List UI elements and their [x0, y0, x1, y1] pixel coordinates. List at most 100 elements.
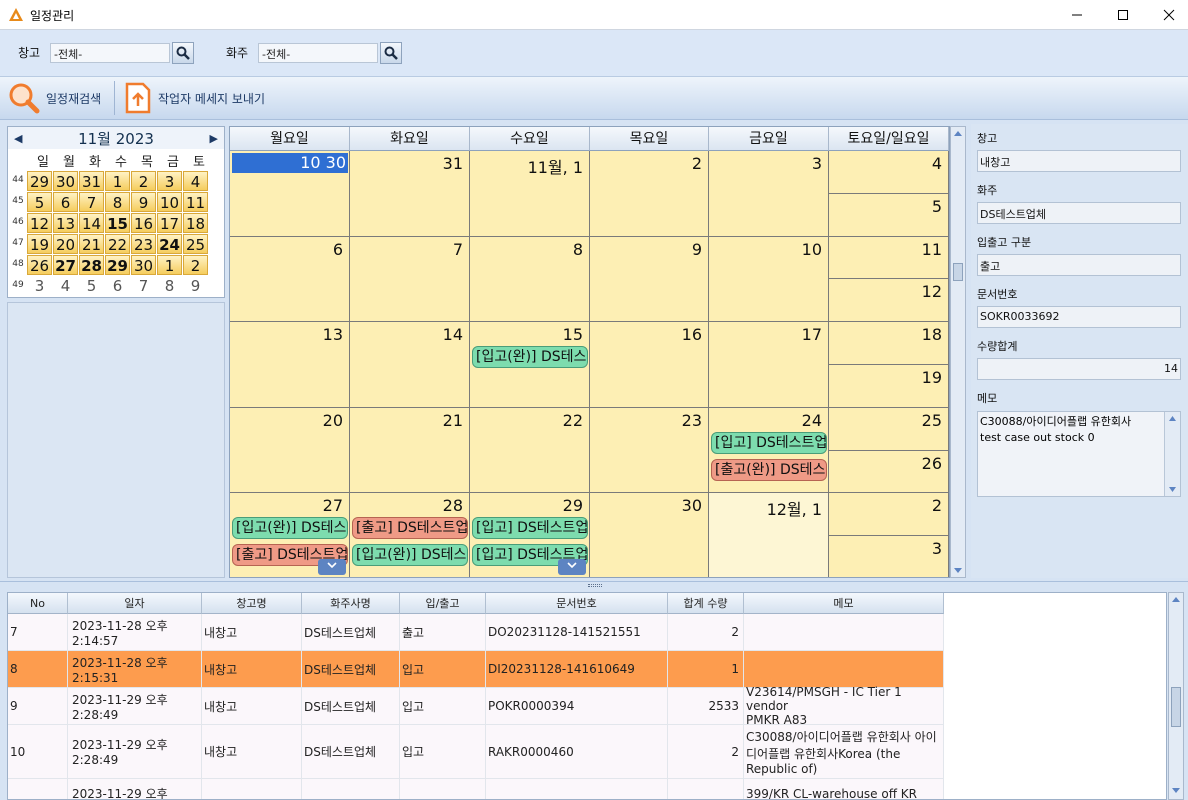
- day-cell[interactable]: 11월, 1: [470, 151, 590, 237]
- table-row[interactable]: 9 2023-11-29 오후 2:28:49 내창고 DS테스트업체 입고 POKR000…: [8, 685, 944, 727]
- research-schedule-button[interactable]: 일정재검색: [8, 80, 101, 116]
- mini-calendar-day[interactable]: 1: [105, 171, 130, 191]
- grid-column-header[interactable]: 창고명: [202, 593, 302, 614]
- mini-calendar-day[interactable]: 7: [79, 192, 104, 212]
- detail-owner-field[interactable]: DS테스트업체: [977, 202, 1181, 224]
- more-appointments-button[interactable]: [558, 559, 586, 575]
- mini-calendar-day[interactable]: 29: [27, 171, 52, 191]
- mini-calendar-day[interactable]: 31: [79, 171, 104, 191]
- mini-calendar-day[interactable]: 21: [79, 234, 104, 254]
- mini-calendar-day[interactable]: 2: [131, 171, 156, 191]
- weekend-day-cell[interactable]: 3: [829, 536, 949, 577]
- scroll-up-icon[interactable]: [953, 129, 963, 137]
- more-appointments-button[interactable]: [318, 559, 346, 575]
- memo-scrollbar[interactable]: [1164, 412, 1180, 496]
- mini-calendar-day[interactable]: 4: [183, 171, 208, 191]
- grid-scroll-thumb[interactable]: [1171, 687, 1181, 727]
- grid-column-header[interactable]: 일자: [68, 593, 202, 614]
- next-month-icon[interactable]: ▶: [210, 132, 218, 145]
- weekend-day-cell[interactable]: 12: [829, 279, 949, 323]
- grid-column-header[interactable]: 화주사명: [302, 593, 400, 614]
- mini-calendar-day[interactable]: 24: [157, 234, 182, 254]
- mini-calendar-day[interactable]: 25: [183, 234, 208, 254]
- day-cell[interactable]: 30: [590, 493, 709, 577]
- appointment[interactable]: [출고] DS테스트업: [352, 517, 468, 540]
- grid-scrollbar[interactable]: [1168, 592, 1184, 800]
- mini-calendar-day[interactable]: 30: [131, 255, 156, 275]
- scroll-up-icon[interactable]: [1171, 595, 1181, 603]
- mini-calendar-day[interactable]: 15: [105, 213, 130, 233]
- weekend-day-cell[interactable]: 26: [829, 450, 949, 494]
- mini-calendar-day[interactable]: 29: [105, 255, 130, 275]
- scroll-down-icon[interactable]: [1168, 486, 1177, 493]
- scroll-down-icon[interactable]: [1171, 787, 1181, 795]
- table-row[interactable]: 10 2023-11-29 오후 2:28:49 내창고 DS테스트업체 입고 RAKR00…: [8, 725, 944, 779]
- day-cell[interactable]: 22: [470, 407, 590, 494]
- mini-calendar-day[interactable]: 5: [79, 276, 104, 296]
- appointment[interactable]: [출고(완)] DS테스: [711, 458, 827, 481]
- detail-doc-field[interactable]: SOKR0033692: [977, 306, 1181, 328]
- day-cell[interactable]: 23: [590, 407, 709, 494]
- day-cell[interactable]: 8: [470, 236, 590, 323]
- weekend-day-cell[interactable]: 19: [829, 365, 949, 408]
- day-cell[interactable]: 21: [350, 407, 470, 494]
- splitter-grip-icon[interactable]: [588, 584, 602, 587]
- mini-calendar-day[interactable]: 16: [131, 213, 156, 233]
- weekend-day-cell[interactable]: 4: [829, 151, 949, 194]
- scroll-up-icon[interactable]: [1168, 415, 1177, 422]
- detail-warehouse-field[interactable]: 내창고: [977, 150, 1181, 172]
- day-cell[interactable]: 10: [709, 236, 829, 323]
- mini-calendar-day[interactable]: 2: [183, 255, 208, 275]
- day-cell[interactable]: 17: [709, 322, 829, 408]
- weekend-day-cell[interactable]: 5: [829, 193, 949, 237]
- mini-calendar-day[interactable]: 18: [183, 213, 208, 233]
- detail-qty-field[interactable]: 14: [977, 358, 1181, 380]
- month-scrollbar[interactable]: [950, 126, 966, 578]
- mini-calendar-day[interactable]: 17: [157, 213, 182, 233]
- mini-calendar-day[interactable]: 5: [27, 192, 52, 212]
- mini-calendar-day[interactable]: 23: [131, 234, 156, 254]
- grid-column-header[interactable]: 입/출고: [400, 593, 486, 614]
- mini-calendar-day[interactable]: 19: [27, 234, 52, 254]
- scroll-down-icon[interactable]: [953, 567, 963, 575]
- warehouse-filter-input[interactable]: -전체-: [50, 43, 170, 63]
- mini-calendar-day[interactable]: 8: [105, 192, 130, 212]
- owner-filter-input[interactable]: -전체-: [258, 43, 378, 63]
- detail-memo-field[interactable]: C30088/아이디어플랩 유한회사 test case out stock 0: [977, 411, 1181, 497]
- grid-column-header[interactable]: No: [8, 593, 68, 614]
- mini-calendar-day[interactable]: 11: [183, 192, 208, 212]
- table-row[interactable]: 8 2023-11-28 오후 2:15:31 내창고 DS테스트업체 입고 DI20231…: [8, 651, 944, 688]
- send-message-button[interactable]: 작업자 메세지 보내기: [124, 80, 265, 116]
- mini-calendar-day[interactable]: 12: [27, 213, 52, 233]
- month-scroll-thumb[interactable]: [953, 263, 963, 281]
- day-cell[interactable]: 3: [709, 151, 829, 237]
- mini-calendar-day[interactable]: 9: [183, 276, 208, 296]
- mini-calendar-day[interactable]: 14: [79, 213, 104, 233]
- weekend-day-cell[interactable]: 2: [829, 493, 949, 537]
- appointment[interactable]: [입고(완)] DS테스: [232, 517, 348, 540]
- mini-calendar-day[interactable]: 3: [157, 171, 182, 191]
- mini-calendar-day[interactable]: 13: [53, 213, 78, 233]
- day-cell[interactable]: 14: [350, 322, 470, 408]
- mini-calendar-day[interactable]: 9: [131, 192, 156, 212]
- weekend-day-cell[interactable]: 11: [829, 236, 949, 280]
- day-cell[interactable]: 12월, 1: [709, 493, 829, 577]
- mini-calendar-day[interactable]: 27: [53, 255, 78, 275]
- mini-calendar-day[interactable]: 6: [105, 276, 130, 296]
- day-cell[interactable]: 7: [350, 236, 470, 323]
- day-cell[interactable]: 31: [350, 151, 470, 237]
- appointment[interactable]: [입고] DS테스트업: [711, 431, 827, 454]
- prev-month-icon[interactable]: ◀: [14, 132, 22, 145]
- appointment[interactable]: [입고(완)] DS테스: [352, 544, 468, 567]
- mini-calendar-day[interactable]: 30: [53, 171, 78, 191]
- mini-calendar-day[interactable]: 8: [157, 276, 182, 296]
- mini-calendar-day[interactable]: 3: [27, 276, 52, 296]
- day-cell[interactable]: 13: [230, 322, 350, 408]
- mini-calendar-day[interactable]: 6: [53, 192, 78, 212]
- day-cell[interactable]: 10 30: [230, 151, 350, 237]
- mini-calendar-day[interactable]: 20: [53, 234, 78, 254]
- day-cell[interactable]: 2: [590, 151, 709, 237]
- mini-calendar-day[interactable]: 10: [157, 192, 182, 212]
- day-cell[interactable]: 20: [230, 407, 350, 494]
- weekend-day-cell[interactable]: 18: [829, 322, 949, 365]
